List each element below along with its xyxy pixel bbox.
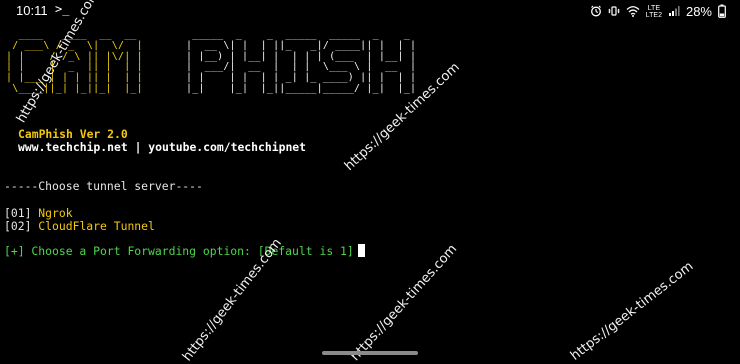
banner-phish-block: _____ _ _ _____ _____ _ _ | __ \| | | ||… — [186, 29, 417, 95]
banner-cam-line: \____||_| |_||_| |_| — [6, 82, 143, 94]
banner-phish-line: | ___/| __ | | | \___ \ | __ | — [186, 61, 417, 73]
battery-percent: 28% — [685, 3, 712, 19]
banner-cam-line: | | | _ || | | | — [6, 61, 143, 73]
home-indicator-bar[interactable] — [322, 351, 418, 355]
network-type-bottom: LTE2 — [645, 11, 662, 19]
port-forwarding-prompt[interactable]: [+] Choose a Port Forwarding option: [De… — [4, 244, 365, 258]
port-forwarding-prompt-text: [+] Choose a Port Forwarding option: [De… — [4, 244, 354, 258]
terminal-cursor[interactable] — [357, 244, 365, 257]
tunnel-option-ngrok: [01] Ngrok — [4, 206, 73, 220]
banner-phish-line: | |__) | |__| | | | | (___ | |__| | — [186, 50, 417, 62]
option-label: Ngrok — [38, 206, 73, 220]
banner-phish-line: | __ \| | | ||_ _|/ ____|| | | | — [186, 39, 417, 51]
wifi-icon — [626, 5, 640, 17]
version-text: CamPhish Ver 2.0 — [18, 127, 128, 141]
status-icons: LTE LTE2 28% — [590, 2, 726, 20]
network-lte-icon: LTE LTE2 — [646, 5, 662, 19]
banner-phish-line: |_| |_| |_||_____|_____/ |_| |_| — [186, 82, 417, 94]
terminal-notification-icon: >_ — [55, 2, 70, 16]
tunnel-option-cloudflare: [02] CloudFlare Tunnel — [4, 219, 155, 233]
watermark: https://geek-times.com — [568, 258, 697, 364]
watermark: https://geek-times.com — [348, 241, 461, 364]
signal-icon — [668, 5, 680, 17]
banner-phish-line: | | | | | | _| |_ ____) || | | | — [186, 72, 417, 84]
status-bar: 10:11 >_ LTE LTE2 28% — [0, 0, 740, 22]
banner-cam-line: | |___ | | | || | | | — [6, 72, 143, 84]
vibrate-icon — [608, 5, 620, 17]
network-type-top: LTE — [647, 4, 661, 12]
status-time: 10:11 — [16, 3, 48, 18]
option-label: CloudFlare Tunnel — [38, 219, 155, 233]
battery-icon — [718, 4, 726, 18]
alarm-icon — [590, 5, 602, 17]
option-number: [01] — [4, 206, 32, 220]
choose-tunnel-heading: -----Choose tunnel server---- — [4, 179, 203, 193]
author-urls: www.techchip.net | youtube.com/techchipn… — [18, 140, 307, 154]
banner-phish-line: _____ _ _ _____ _____ _ _ — [186, 29, 410, 40]
option-number: [02] — [4, 219, 32, 233]
banner-cam-line: | | / /_\ || |\/| | — [6, 50, 143, 62]
